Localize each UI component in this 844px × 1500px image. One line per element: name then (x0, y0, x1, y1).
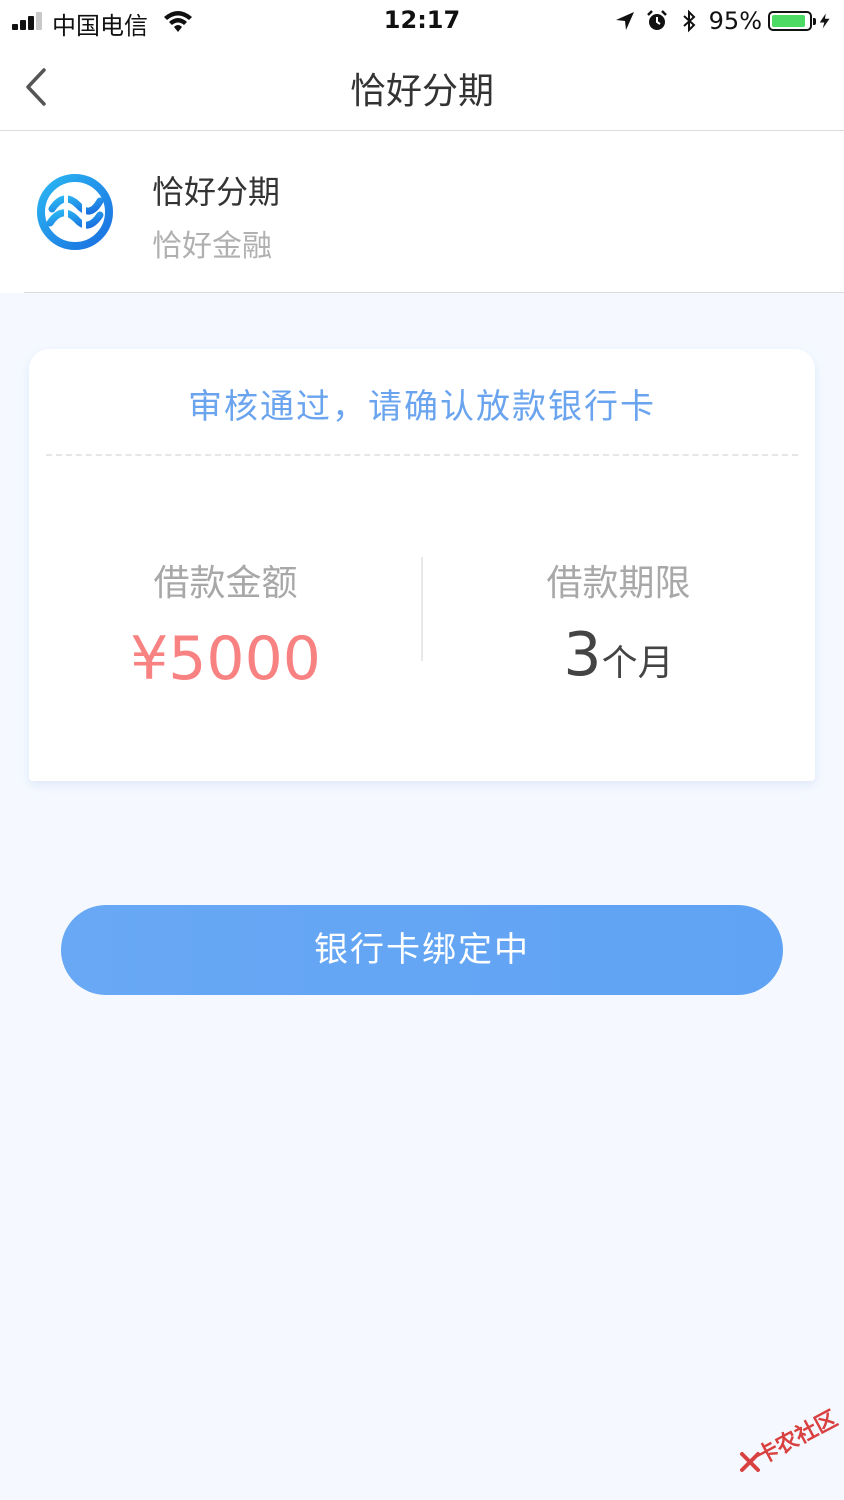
loan-amount-block: 借款金额 ¥5000 (29, 554, 422, 694)
app-info: 恰好分期 恰好金融 (0, 131, 844, 293)
divider (24, 292, 844, 293)
battery-fill (772, 15, 805, 27)
watermark: 卡农社区 (738, 1398, 842, 1482)
battery-icon (768, 11, 816, 31)
status-right-group: 95% (613, 5, 834, 37)
dashed-divider (46, 454, 798, 456)
bluetooth-icon (682, 9, 696, 33)
loan-term-label: 借款期限 (546, 563, 691, 604)
charging-icon (819, 13, 830, 29)
loan-term-value: 3个月 (422, 620, 815, 690)
loan-card: 审核通过，请确认放款银行卡 借款金额 ¥5000 借款期限 3个月 (29, 349, 815, 781)
watermark-text: 卡农社区 (752, 1406, 842, 1470)
page-title: 恰好分期 (349, 71, 494, 112)
status-bar: 中国电信 12:17 95% (0, 0, 844, 42)
app-company: 恰好金融 (152, 229, 272, 264)
loan-amount-label: 借款金额 (153, 563, 298, 604)
nav-bar: 恰好分期 (0, 42, 844, 131)
loan-amount-value: ¥5000 (130, 624, 321, 694)
alarm-icon (646, 10, 667, 30)
loan-term-block: 借款期限 3个月 (422, 554, 815, 690)
loan-term-number: 3 (563, 620, 602, 690)
loan-term-unit: 个月 (601, 643, 674, 684)
approval-message: 审核通过，请确认放款银行卡 (188, 387, 656, 427)
app-name: 恰好分期 (152, 173, 281, 211)
bind-bank-card-button[interactable]: 银行卡绑定中 (61, 905, 783, 995)
battery-percent: 95% (708, 7, 762, 35)
location-icon (615, 12, 634, 30)
app-logo-icon (37, 174, 113, 250)
screen: 中国电信 12:17 95% 恰好分期 恰好分期 恰好金融 审核通过，请确认放款… (0, 0, 844, 1500)
